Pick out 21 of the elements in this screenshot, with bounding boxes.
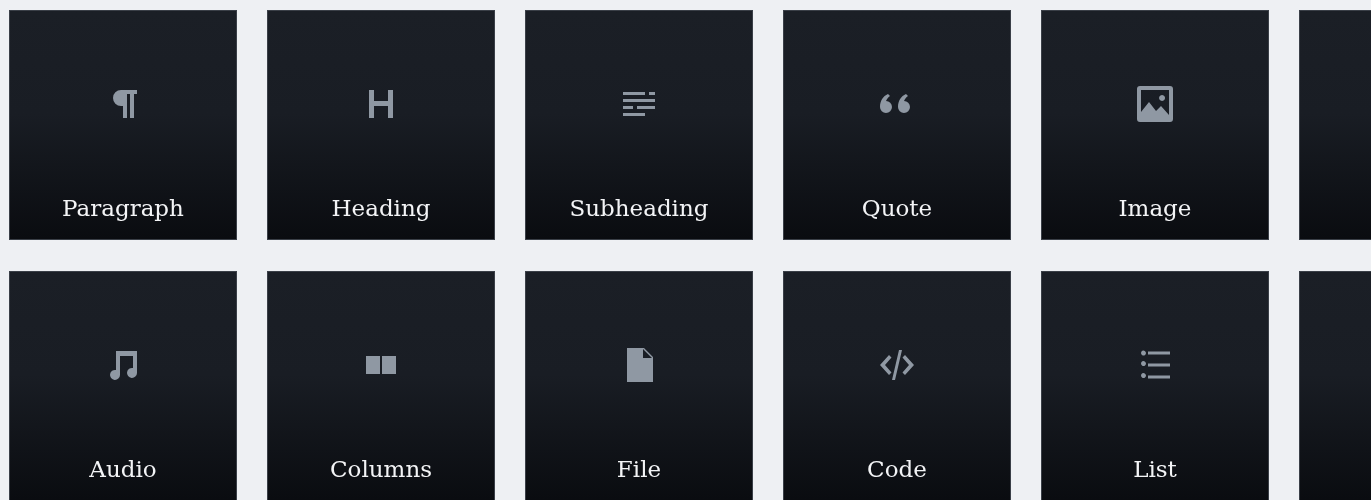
block-tile[interactable]: Quote [783, 10, 1011, 240]
block-label: Code [867, 456, 927, 482]
image-icon [1135, 84, 1175, 124]
block-tile[interactable]: Subheading [525, 10, 753, 240]
block-label: Subheading [569, 195, 709, 221]
block-tile[interactable]: File [525, 271, 753, 500]
block-label: File [616, 456, 662, 482]
block-tile[interactable]: Audio [9, 271, 237, 500]
block-tile[interactable]: Columns [267, 271, 495, 500]
block-tile[interactable]: Code [783, 271, 1011, 500]
block-label: Heading [331, 195, 431, 221]
block-tile[interactable]: Heading [267, 10, 495, 240]
block-tile[interactable]: Paragraph [9, 10, 237, 240]
block-tile[interactable]: List [1041, 271, 1269, 500]
block-tile[interactable]: Image [1041, 10, 1269, 240]
block-label: Audio [89, 456, 157, 482]
block-label: Columns [329, 456, 432, 482]
block-label: Image [1118, 195, 1192, 221]
block-label: Quote [861, 195, 933, 221]
block-label: Paragraph [62, 195, 184, 221]
block-label: List [1133, 456, 1177, 482]
